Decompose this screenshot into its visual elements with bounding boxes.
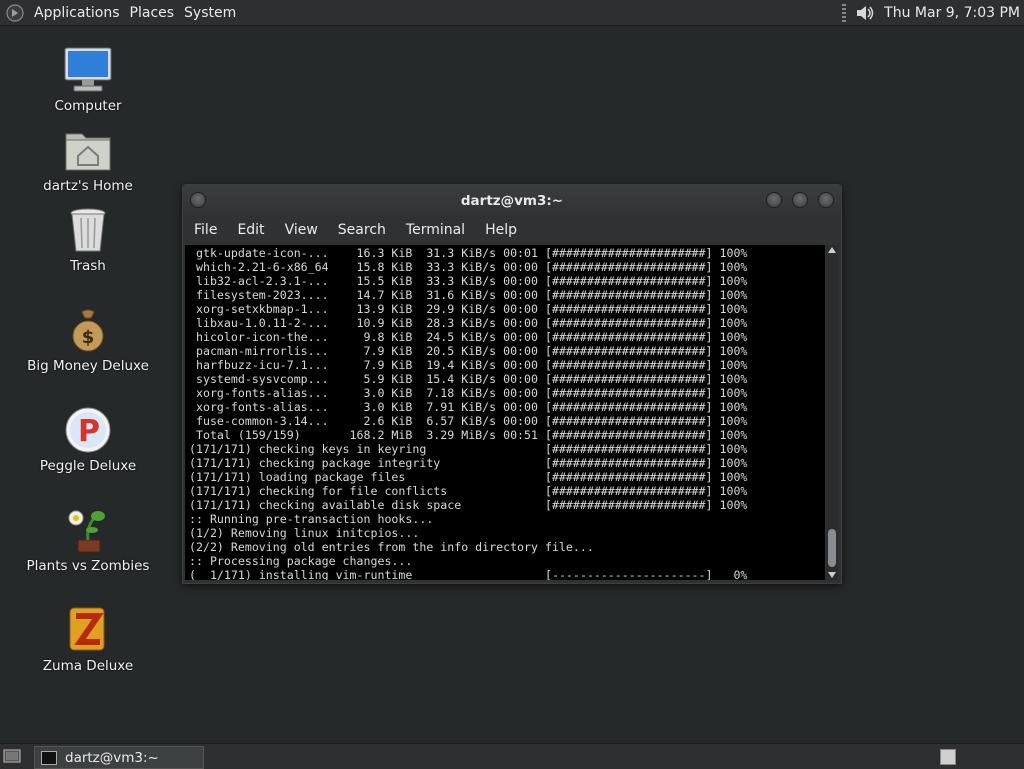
desktop-icon-label: Computer: [54, 98, 122, 114]
minimize-button[interactable]: [766, 192, 782, 208]
svg-text:$: $: [82, 327, 95, 348]
menu-terminal[interactable]: Terminal: [406, 222, 465, 238]
menu-logo-icon[interactable]: [6, 3, 24, 22]
plants-vs-zombies-icon: [68, 510, 105, 553]
volume-icon[interactable]: [854, 3, 876, 23]
menu-view[interactable]: View: [285, 222, 318, 238]
desktop-icon-label: dartz's Home: [43, 178, 133, 194]
scrollbar-thumb[interactable]: [828, 529, 836, 567]
terminal-line: harfbuzz-icu-7.1... 7.9 KiB 19.4 KiB/s 0…: [195, 358, 748, 372]
taskbar-terminal-button[interactable]: dartz@vm3:~: [34, 746, 204, 769]
terminal-line: gtk-update-icon-... 16.3 KiB 31.3 KiB/s …: [195, 246, 748, 260]
show-desktop-icon[interactable]: [3, 748, 21, 764]
desktop-icon-trash[interactable]: Trash: [18, 204, 158, 274]
workspace-switcher[interactable]: [940, 749, 956, 765]
panel-grip-handle[interactable]: [842, 3, 847, 22]
desktop-icon-computer[interactable]: Computer: [18, 44, 158, 114]
terminal-line: pacman-mirrorlis... 7.9 KiB 20.5 KiB/s 0…: [195, 344, 748, 358]
terminal-line: (171/171) loading package files [#######…: [189, 470, 748, 484]
svg-text:P: P: [78, 414, 100, 449]
terminal-line: xorg-fonts-alias... 3.0 KiB 7.18 KiB/s 0…: [195, 386, 748, 400]
desktop-icon-label: Plants vs Zombies: [26, 558, 150, 574]
terminal-output[interactable]: gtk-update-icon-... 16.3 KiB 31.3 KiB/s …: [185, 245, 825, 580]
top-panel: Applications Places System Thu Mar 9, 7:…: [0, 0, 1024, 26]
menu-edit[interactable]: Edit: [237, 222, 264, 238]
terminal-line: filesystem-2023.... 14.7 KiB 31.6 KiB/s …: [195, 288, 748, 302]
terminal-line: :: Processing package changes...: [189, 554, 413, 568]
desktop-icon-zuma[interactable]: Zuma Deluxe: [18, 604, 158, 674]
scroll-up-arrow-icon[interactable]: [828, 247, 836, 253]
desktop-icon-label: Zuma Deluxe: [42, 658, 134, 674]
terminal-line: xorg-fonts-alias... 3.0 KiB 7.91 KiB/s 0…: [195, 400, 748, 414]
terminal-window[interactable]: dartz@vm3:~ File Edit View Search Termin…: [182, 184, 842, 584]
terminal-line: which-2.21-6-x86_64 15.8 KiB 33.3 KiB/s …: [195, 260, 748, 274]
terminal-line: :: Running pre-transaction hooks...: [189, 512, 434, 526]
top-panel-tray: Thu Mar 9, 7:03 PM: [842, 0, 1024, 25]
close-button[interactable]: [818, 192, 834, 208]
zuma-icon: [69, 607, 105, 651]
applications-menu[interactable]: Applications: [32, 5, 128, 21]
home-folder-icon: [65, 133, 111, 171]
peggle-icon: P: [65, 407, 111, 453]
system-menu[interactable]: System: [182, 5, 244, 21]
terminal-line: hicolor-icon-the... 9.8 KiB 24.5 KiB/s 0…: [195, 330, 748, 344]
places-menu[interactable]: Places: [128, 5, 183, 21]
menu-file[interactable]: File: [194, 222, 217, 238]
terminal-scrollbar[interactable]: [826, 245, 838, 580]
menu-help[interactable]: Help: [485, 222, 517, 238]
trash-icon: [70, 208, 106, 252]
terminal-line: (171/171) checking package integrity [##…: [189, 456, 748, 470]
desktop-icon-plants-vs-zombies[interactable]: Plants vs Zombies: [18, 504, 158, 574]
top-menu: Applications Places System: [32, 5, 244, 21]
terminal-line: lib32-acl-2.3.1-... 15.5 KiB 33.3 KiB/s …: [195, 274, 748, 288]
terminal-line: (171/171) checking keys in keyring [####…: [189, 442, 748, 456]
terminal-titlebar[interactable]: dartz@vm3:~: [183, 185, 841, 217]
terminal-icon: [41, 750, 57, 765]
money-bag-icon: $: [72, 309, 104, 352]
desktop-icon-peggle[interactable]: P Peggle Deluxe: [18, 404, 158, 474]
terminal-line: (2/2) Removing old entries from the info…: [189, 540, 594, 554]
terminal-line: (171/171) checking for file conflicts [#…: [189, 484, 748, 498]
terminal-line: fuse-common-3.14... 2.6 KiB 6.57 KiB/s 0…: [195, 414, 748, 428]
window-title: dartz@vm3:~: [460, 193, 564, 209]
menu-search[interactable]: Search: [338, 222, 386, 238]
terminal-text: gtk-update-icon-... 16.3 KiB 31.3 KiB/s …: [185, 245, 825, 580]
desktop-icon-big-money[interactable]: $ Big Money Deluxe: [18, 304, 158, 374]
taskbar-terminal-label: dartz@vm3:~: [65, 749, 159, 766]
desktop-icon-label: Trash: [70, 258, 106, 274]
terminal-line: xorg-setxkbmap-1... 13.9 KiB 29.9 KiB/s …: [195, 302, 748, 316]
terminal-line: ( 1/171) installing vim-runtime [-------…: [189, 568, 748, 580]
terminal-line: systemd-sysvcomp... 5.9 KiB 15.4 KiB/s 0…: [195, 372, 748, 386]
bottom-panel: dartz@vm3:~: [0, 743, 1024, 769]
computer-icon: [64, 47, 112, 92]
desktop-icon-home[interactable]: dartz's Home: [18, 124, 158, 194]
scroll-down-arrow-icon[interactable]: [828, 572, 836, 578]
terminal-line: (171/171) checking available disk space …: [189, 498, 748, 512]
desktop-icon-label: Big Money Deluxe: [27, 358, 149, 374]
clock[interactable]: Thu Mar 9, 7:03 PM: [884, 5, 1020, 21]
desktop-icon-label: Peggle Deluxe: [39, 458, 137, 474]
terminal-line: libxau-1.0.11-2-... 10.9 KiB 28.3 KiB/s …: [195, 316, 748, 330]
terminal-line: (1/2) Removing linux initcpios...: [189, 526, 420, 540]
terminal-menubar: File Edit View Search Terminal Help: [183, 217, 841, 243]
terminal-line: Total (159/159) 168.2 MiB 3.29 MiB/s 00:…: [195, 428, 748, 442]
maximize-button[interactable]: [792, 192, 808, 208]
